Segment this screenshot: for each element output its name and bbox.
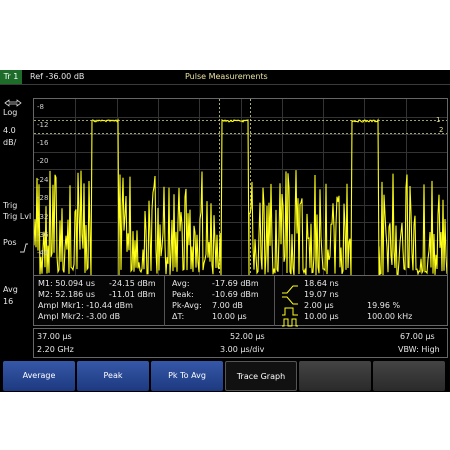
avg-label: Avg	[3, 285, 18, 294]
m1-value: -24.15 dBm	[109, 279, 156, 288]
trace-tab[interactable]: Tr 1	[0, 70, 22, 84]
rise-time-value: 18.64 ns	[304, 279, 339, 288]
y-tick-label: -32	[37, 213, 49, 221]
prf-value: 100.00 kHz	[367, 312, 413, 321]
trace-plot[interactable]: -8 -12 -16 -20 -24 -28 -32 -36 -40 1 2	[33, 98, 448, 276]
center-frequency[interactable]: 2.20 GHz	[37, 345, 74, 355]
softkey-bar: Average Peak Pk To Avg Trace Graph	[0, 359, 450, 392]
avg-count[interactable]: 16	[3, 297, 13, 307]
trig-level-label[interactable]: Trig Lvl	[3, 212, 31, 222]
panel-divider	[164, 276, 165, 326]
y-tick-label: -12	[37, 121, 49, 129]
marker-2-flag[interactable]: 2	[439, 125, 443, 135]
fall-time-value: 19.07 ns	[304, 290, 339, 299]
scale-type[interactable]: Log	[3, 108, 17, 118]
peak-stat-label: Peak:	[172, 290, 194, 299]
trig-label: Trig	[3, 201, 18, 210]
softkey-trace-graph[interactable]: Trace Graph	[225, 361, 297, 391]
pulse-width-value: 2.00 µs	[304, 301, 334, 310]
scale-unit: dB/	[3, 138, 17, 147]
x-stop[interactable]: 67.00 µs	[400, 332, 435, 342]
x-center[interactable]: 52.00 µs	[230, 332, 265, 342]
period-value: 10.00 µs	[304, 312, 339, 321]
y-tick-label: -36	[37, 231, 49, 239]
avg-stat-label: Avg:	[172, 279, 190, 288]
analyzer-screen: Tr 1 Ref -36.00 dB Pulse Measurements Lo…	[0, 70, 450, 392]
y-tick-label: -20	[37, 157, 49, 165]
y-tick-label: -40	[37, 249, 49, 257]
y-tick-label: -16	[37, 139, 49, 147]
header-bar: Tr 1 Ref -36.00 dB Pulse Measurements	[0, 70, 450, 85]
pkavg-stat-value: 7.00 dB	[212, 301, 243, 310]
softkey-blank[interactable]	[299, 361, 371, 391]
m2-label: M2: 52.186 us	[38, 290, 96, 299]
vbw-setting[interactable]: VBW: High	[398, 345, 440, 355]
measurement-title: Pulse Measurements	[185, 72, 268, 81]
m1-label: M1: 50.094 us	[38, 279, 96, 288]
avg-stat-value: -17.69 dBm	[212, 279, 259, 288]
y-tick-label: -8	[37, 103, 44, 111]
softkey-peak[interactable]: Peak	[77, 361, 149, 391]
scale-value[interactable]: 4.0	[3, 126, 16, 136]
trace-line	[34, 118, 447, 275]
softkey-pk-to-avg[interactable]: Pk To Avg	[151, 361, 223, 391]
y-tick-label: -28	[37, 194, 49, 202]
trace-svg	[34, 99, 447, 275]
pos-label[interactable]: Pos	[3, 238, 17, 248]
x-start[interactable]: 37.00 µs	[37, 332, 72, 342]
pkavg-stat-label: Pk-Avg:	[172, 301, 202, 310]
left-settings-panel: Log 4.0 dB/ Trig Trig Lvl Pos Avg 16	[0, 85, 33, 337]
rising-edge-icon	[19, 238, 29, 257]
ampl-mkr2: Ampl Mkr2: -3.00 dB	[38, 312, 121, 321]
softkey-average[interactable]: Average	[3, 361, 75, 391]
delta-t-label: ΔT:	[172, 312, 185, 321]
peak-stat-value: -10.69 dBm	[212, 290, 259, 299]
y-tick-label: -24	[37, 176, 49, 184]
panel-divider	[274, 276, 275, 326]
delta-t-value: 10.00 µs	[212, 312, 247, 321]
marker-readout-panel: M1: 50.094 us -24.15 dBm M2: 52.186 us -…	[33, 276, 448, 327]
marker-1-flag[interactable]: 1	[436, 115, 440, 125]
axis-info-bar: 37.00 µs 52.00 µs 67.00 µs 2.20 GHz 3.00…	[33, 328, 448, 358]
duty-cycle-value: 19.96 %	[367, 301, 401, 310]
m2-value: -11.01 dBm	[109, 290, 156, 299]
ampl-mkr1: Ampl Mkr1: -10.44 dBm	[38, 301, 133, 310]
reference-level[interactable]: Ref -36.00 dB	[30, 72, 84, 82]
softkey-blank[interactable]	[373, 361, 445, 391]
time-per-div[interactable]: 3.00 µs/div	[220, 345, 264, 355]
